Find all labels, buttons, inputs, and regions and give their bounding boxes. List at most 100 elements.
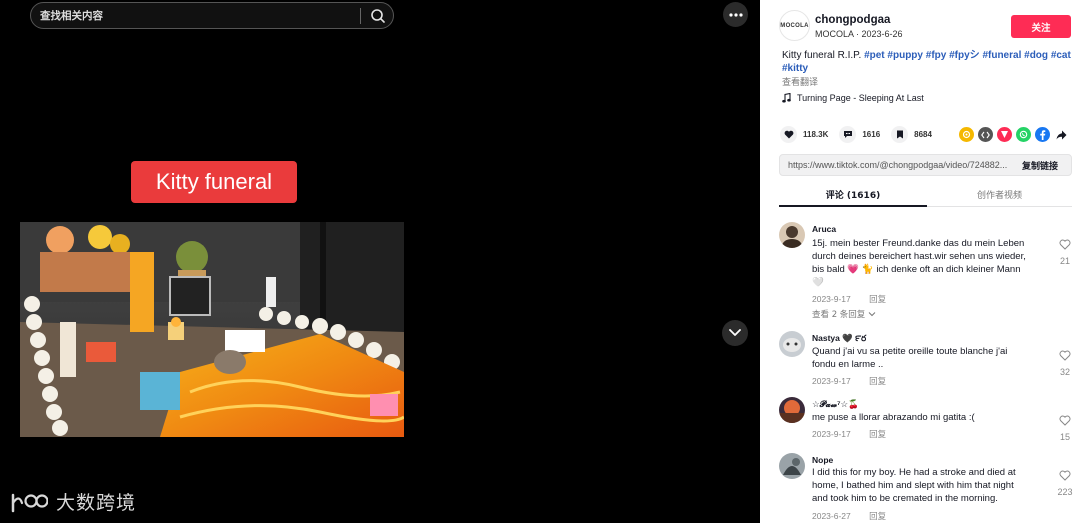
- whatsapp-icon[interactable]: [1016, 127, 1031, 142]
- comment-like-button[interactable]: 15: [1055, 413, 1075, 442]
- panel-tabs: 评论 (1616) 创作者视频: [779, 183, 1072, 207]
- reply-button[interactable]: 回复: [869, 430, 886, 440]
- comment-meta: 2023-9-17 回复: [812, 293, 886, 305]
- send-icon[interactable]: [997, 127, 1012, 142]
- watermark-text: 大数跨境: [56, 492, 137, 514]
- comment-text: me puse a llorar abrazando mi gatita :(: [812, 411, 1048, 424]
- active-tab-indicator: [779, 205, 927, 207]
- comment-count: 1616: [862, 129, 881, 139]
- save-button[interactable]: 8684: [891, 125, 932, 143]
- comment-line: I did this for my boy. He had a stroke a…: [812, 467, 1016, 478]
- comment-text: I did this for my boy. He had a stroke a…: [812, 466, 1048, 505]
- comment-avatar[interactable]: [779, 331, 805, 357]
- tab-comments[interactable]: 评论 (1616): [779, 188, 927, 201]
- comment-line: Quand j'ai vu sa petite oreille toute bl…: [812, 346, 1008, 357]
- heart-outline-icon: [1059, 350, 1071, 361]
- comment-like-button[interactable]: 32: [1055, 348, 1075, 377]
- comment-line: bis bald 💗 🐈 ich denke oft an dich klein…: [812, 264, 1021, 275]
- video-caption: Kitty funeral: [131, 161, 297, 203]
- heart-icon: [780, 125, 797, 143]
- copy-link-button[interactable]: 复制链接: [1022, 155, 1058, 175]
- comment-date: 2023-9-17: [812, 376, 851, 386]
- comment-like-count: 15: [1059, 432, 1070, 442]
- reply-button[interactable]: 回复: [869, 512, 886, 522]
- comment-like-count: 21: [1059, 256, 1070, 266]
- comment-like-button[interactable]: 21: [1055, 237, 1075, 266]
- heart-outline-icon: [1059, 470, 1071, 481]
- like-count: 118.3K: [803, 129, 829, 139]
- app-root: Kitty funeral: [0, 0, 1080, 523]
- detail-panel: MOCOLA chongpodgaa MOCOLA · 2023-6-26 关注…: [760, 0, 1080, 523]
- follow-button[interactable]: 关注: [1011, 15, 1071, 38]
- facebook-icon[interactable]: [1035, 127, 1050, 142]
- hashtag-link[interactable]: #funeral: [982, 50, 1021, 61]
- author-meta: MOCOLA · 2023-6-26: [815, 29, 903, 39]
- comment-item: Nope I did this for my boy. He had a str…: [779, 453, 1074, 523]
- comment-date: 2023-9-17: [812, 429, 851, 439]
- comment-date: 2023-6-27: [812, 511, 851, 521]
- hashtag-link[interactable]: #cat: [1051, 50, 1071, 61]
- comment-line: and took him to be cremated in the morni…: [812, 493, 998, 504]
- hashtag-link[interactable]: #dog: [1024, 50, 1048, 61]
- tab-creator-videos[interactable]: 创作者视频: [927, 188, 1072, 201]
- comment-meta: 2023-9-17 回复: [812, 428, 886, 440]
- search-button[interactable]: [367, 6, 389, 26]
- comment-item: Aruca 15j. mein bester Freund.danke das …: [779, 222, 1074, 322]
- comment-avatar[interactable]: [779, 222, 805, 248]
- comment-line: fondu en larme ..: [812, 359, 884, 370]
- comment-like-button[interactable]: 223: [1055, 468, 1075, 497]
- author-username[interactable]: chongpodgaa: [815, 14, 890, 26]
- search-bar: [30, 2, 394, 29]
- comment-line: 🤍: [812, 277, 824, 288]
- comment-meta: 2023-6-27 回复: [812, 510, 886, 522]
- comment-line: 15j. mein bester Freund.danke das du mei…: [812, 238, 1025, 249]
- bookmark-icon: [891, 125, 909, 143]
- hashtag-link[interactable]: #fpyシ: [949, 50, 980, 61]
- hashtag-link[interactable]: #fpy: [926, 50, 947, 61]
- video-frame[interactable]: [20, 222, 404, 437]
- comment-line: durch deines bereichert hast.wir sehen u…: [812, 251, 1026, 262]
- comment-line: me puse a llorar abrazando mi gatita :(: [812, 412, 975, 423]
- comment-username[interactable]: Nope: [812, 455, 833, 465]
- search-input[interactable]: [40, 8, 360, 24]
- comment-like-count: 32: [1059, 367, 1070, 377]
- hashtag-link[interactable]: #puppy: [887, 50, 923, 61]
- more-options-button[interactable]: [723, 2, 748, 27]
- author-avatar[interactable]: MOCOLA: [779, 10, 810, 41]
- comment-date: 2023-9-17: [812, 294, 851, 304]
- view-replies-label: 查看 2 条回复: [812, 310, 866, 320]
- video-link-box: https://www.tiktok.com/@chongpodgaa/vide…: [779, 154, 1072, 176]
- comment-line: home, I bathed him and slept with him th…: [812, 480, 1014, 491]
- like-button[interactable]: 118.3K: [780, 125, 829, 143]
- comment-username[interactable]: ☆𝓟𝓪𝔀⁷☆🍒: [812, 399, 859, 410]
- comment-button[interactable]: 1616: [839, 125, 881, 143]
- comment-text: Quand j'ai vu sa petite oreille toute bl…: [812, 345, 1048, 371]
- watermark: 大数跨境: [10, 488, 136, 515]
- description-text: Kitty funeral R.I.P.: [782, 50, 862, 61]
- save-count: 8684: [914, 129, 932, 139]
- share-icons: [959, 127, 1069, 142]
- hashtag-link[interactable]: #kitty: [782, 63, 808, 74]
- view-replies-button[interactable]: 查看 2 条回复: [812, 308, 876, 320]
- video-player[interactable]: Kitty funeral: [0, 0, 760, 523]
- search-divider: [360, 8, 361, 24]
- video-link-text[interactable]: https://www.tiktok.com/@chongpodgaa/vide…: [788, 160, 1016, 170]
- friends-share-icon[interactable]: [959, 127, 974, 142]
- chevron-down-icon: [868, 312, 876, 317]
- chevron-down-icon: [729, 329, 741, 336]
- next-video-button[interactable]: [722, 320, 748, 346]
- comment-avatar[interactable]: [779, 397, 805, 423]
- reply-button[interactable]: 回复: [869, 295, 886, 305]
- comment-avatar[interactable]: [779, 453, 805, 479]
- comment-icon: [839, 125, 857, 143]
- translate-link[interactable]: 查看翻译: [782, 75, 818, 88]
- music-link[interactable]: Turning Page - Sleeping At Last: [782, 93, 924, 103]
- heart-outline-icon: [1059, 239, 1071, 250]
- comment-item: ☆𝓟𝓪𝔀⁷☆🍒 me puse a llorar abrazando mi ga…: [779, 397, 1074, 442]
- share-arrow-icon[interactable]: [1054, 127, 1069, 142]
- reply-button[interactable]: 回复: [869, 377, 886, 387]
- hashtag-link[interactable]: #pet: [864, 50, 885, 61]
- comment-item: Nastya 🖤 ౯ర Quand j'ai vu sa petite orei…: [779, 331, 1074, 391]
- comment-username[interactable]: Aruca: [812, 224, 836, 234]
- embed-icon[interactable]: [978, 127, 993, 142]
